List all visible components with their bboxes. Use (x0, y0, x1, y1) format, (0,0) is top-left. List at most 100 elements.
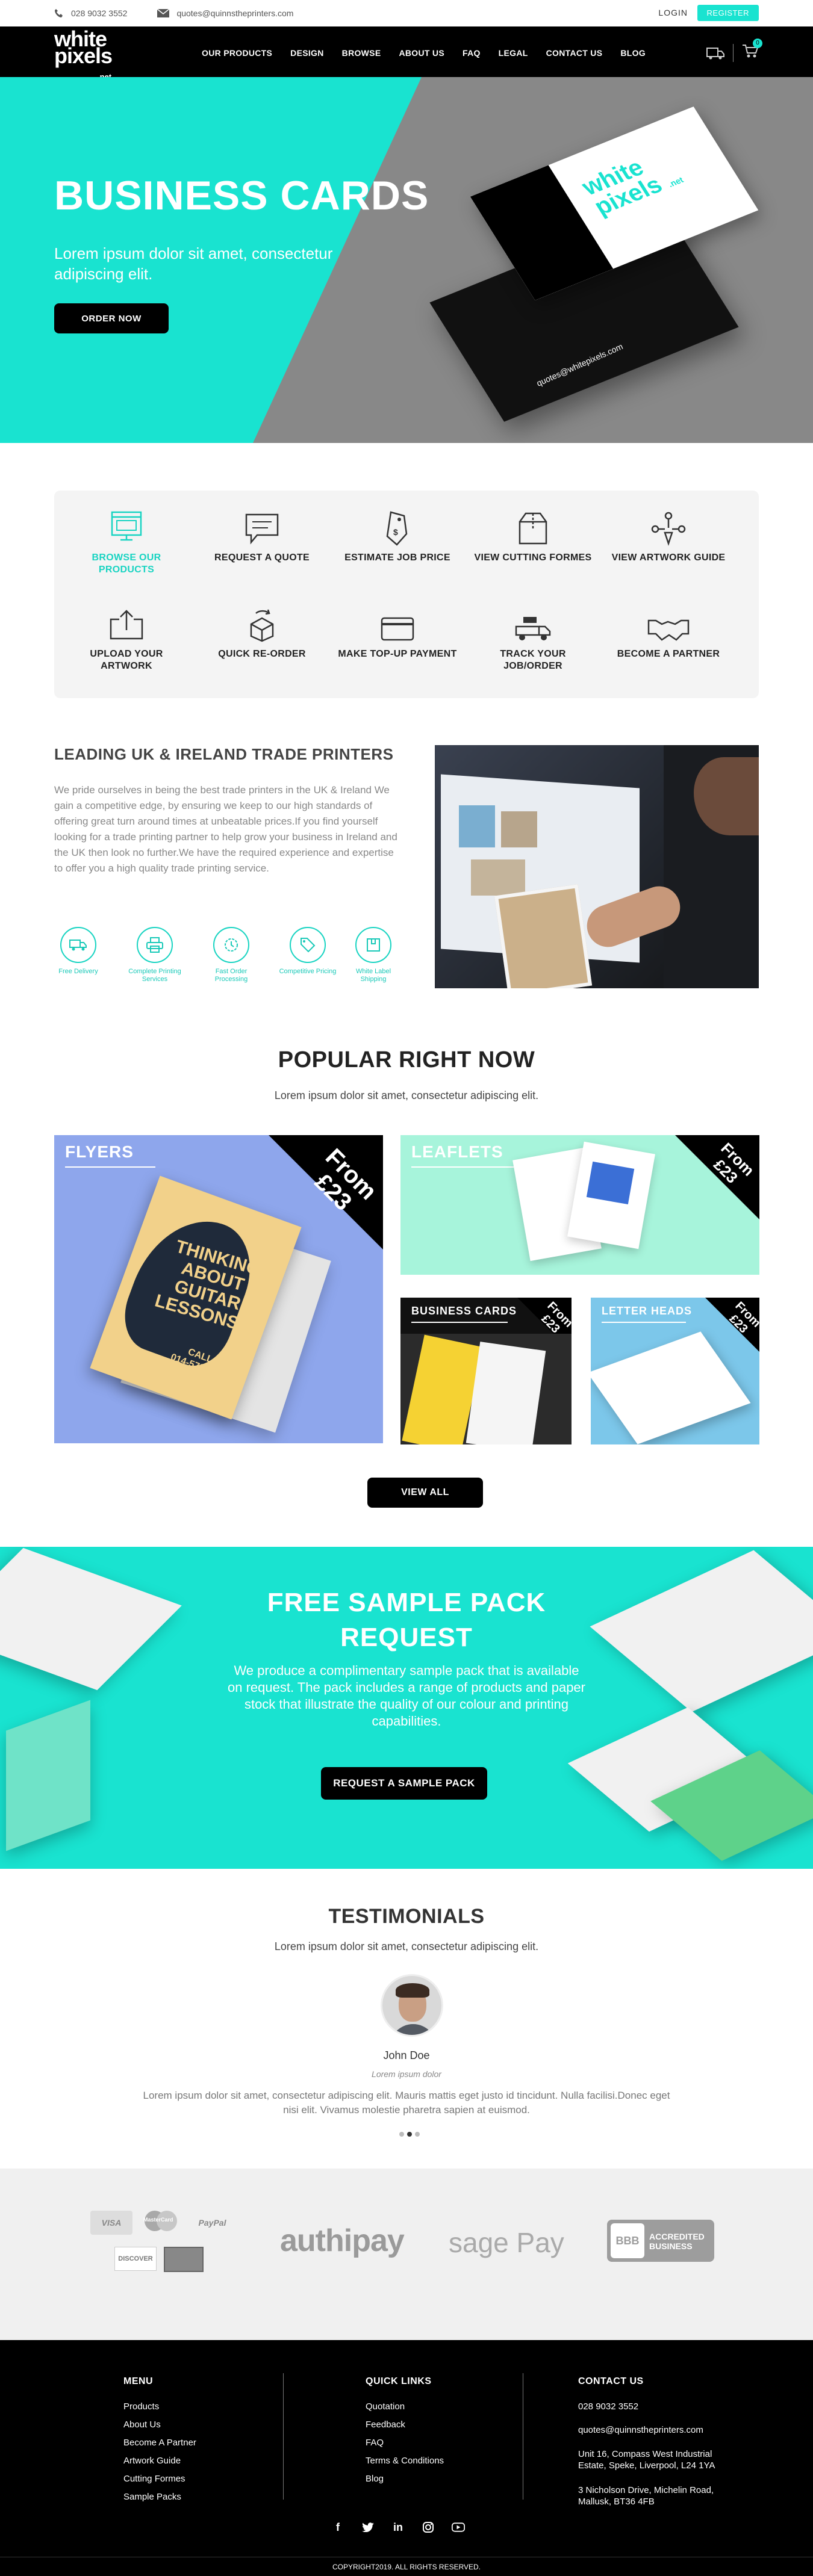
top-bar: 028 9032 3552 quotes@quinnstheprinters.c… (0, 0, 813, 26)
footer-address-2-line-1: 3 Nicholson Drive, Michelin Road, (578, 2485, 714, 2495)
feature-white-label-shipping: White Label Shipping (343, 927, 403, 983)
service-quick-reorder[interactable]: QUICK RE-ORDER (202, 605, 322, 660)
footer-phone[interactable]: 028 9032 3552 (578, 2401, 759, 2412)
feature-free-delivery: Free Delivery (48, 927, 108, 976)
footer-link-quotation[interactable]: Quotation (366, 2401, 444, 2412)
footer-contact-title: CONTACT US (578, 2376, 644, 2386)
sample-title: FREE SAMPLE PACK REQUEST (0, 1585, 813, 1655)
product-tile-flyers[interactable]: FLYERS From £23 THINKING ABOUT GUITAR LE… (54, 1135, 383, 1443)
service-cutting-formes[interactable]: VIEW CUTTING FORMES (473, 509, 593, 564)
service-track-order[interactable]: TRACK YOUR JOB/ORDER (473, 605, 593, 672)
mastercard-logo: MasterCard (140, 2208, 182, 2236)
footer-divider (283, 2373, 284, 2500)
tile-underline (411, 1322, 508, 1323)
feature-fast-processing: Fast Order Processing (201, 927, 261, 983)
testimonial-dot-3[interactable] (415, 2132, 420, 2137)
package-icon (367, 938, 380, 952)
email-contact[interactable]: quotes@quinnstheprinters.com (157, 8, 293, 18)
cart-count-badge: 0 (753, 39, 762, 48)
gear-clock-icon (225, 938, 238, 952)
service-label: VIEW CUTTING FORMES (474, 553, 592, 563)
site-logo[interactable]: white pixels .net (54, 28, 113, 81)
browser-icon (111, 511, 142, 541)
nav-item-design[interactable]: DESIGN (290, 48, 323, 58)
footer-link-products[interactable]: Products (123, 2401, 196, 2412)
nav-item-about-us[interactable]: ABOUT US (399, 48, 444, 58)
service-top-up-payment[interactable]: MAKE TOP-UP PAYMENT (337, 605, 458, 660)
delivery-icon[interactable] (706, 46, 724, 60)
hero-banner: BUSINESS CARDS Lorem ipsum dolor sit ame… (0, 77, 813, 443)
footer-link-cutting-formes[interactable]: Cutting Formes (123, 2474, 196, 2484)
footer-link-become-partner[interactable]: Become A Partner (123, 2438, 196, 2448)
testimonial-quote: Lorem ipsum dolor sit amet, consectetur … (143, 2090, 670, 2116)
youtube-icon[interactable] (452, 2521, 465, 2534)
footer-link-feedback[interactable]: Feedback (366, 2420, 444, 2430)
footer-link-artwork-guide[interactable]: Artwork Guide (123, 2456, 196, 2466)
service-estimate-price[interactable]: $ ESTIMATE JOB PRICE (337, 509, 458, 564)
view-all-button[interactable]: VIEW ALL (367, 1478, 483, 1508)
nav-item-blog[interactable]: BLOG (620, 48, 646, 58)
footer-address-liverpool: Unit 16, Compass West Industrial Estate,… (578, 2448, 759, 2471)
footer-email[interactable]: quotes@quinnstheprinters.com (578, 2425, 759, 2435)
testimonial-dot-2[interactable] (407, 2132, 412, 2137)
bbb-mark: BBB (611, 2223, 644, 2258)
testimonials-subtitle: Lorem ipsum dolor sit amet, consectetur … (274, 1940, 539, 1952)
authipay-logo: authipay (280, 2223, 405, 2258)
sample-text: We produce a complimentary sample pack t… (228, 1663, 585, 1729)
footer-link-blog[interactable]: Blog (366, 2474, 444, 2484)
product-tile-letter-heads[interactable]: LETTER HEADS From £23 (591, 1298, 759, 1444)
testimonial-name: John Doe (383, 2049, 430, 2061)
copyright-text: COPYRIGHT2019. ALL RIGHTS RESERVED. (0, 2557, 813, 2576)
nav-item-our-products[interactable]: OUR PRODUCTS (202, 48, 272, 58)
pen-tool-icon (651, 512, 686, 546)
facebook-icon[interactable]: f (331, 2521, 344, 2534)
logo-text-pixels: pixels (54, 43, 113, 68)
register-button[interactable]: REGISTER (697, 5, 759, 21)
feature-label: Fast Order Processing (214, 968, 248, 983)
about-photo (435, 745, 759, 988)
feature-printing-services: Complete Printing Services (125, 927, 185, 983)
product-tile-leaflets[interactable]: LEAFLETS From £23 (400, 1135, 759, 1275)
tile-title: LEAFLETS (411, 1142, 503, 1161)
nav-item-legal[interactable]: LEGAL (499, 48, 528, 58)
testimonial-dot-1[interactable] (399, 2132, 404, 2137)
nav-item-contact-us[interactable]: CONTACT US (546, 48, 603, 58)
footer-address-mallusk: 3 Nicholson Drive, Michelin Road, Mallus… (578, 2485, 759, 2507)
letterhead-image (591, 1331, 751, 1444)
footer-link-sample-packs[interactable]: Sample Packs (123, 2492, 196, 2502)
product-tile-business-cards[interactable]: BUSINESS CARDS From £23 (400, 1298, 572, 1444)
tile-underline (602, 1322, 686, 1323)
cart-button[interactable]: 0 (742, 39, 762, 62)
linkedin-icon[interactable]: in (391, 2521, 405, 2534)
testimonials-title: TESTIMONIALS (328, 1905, 485, 1928)
hero-title: BUSINESS CARDS (54, 173, 429, 218)
nav-item-browse[interactable]: BROWSE (342, 48, 381, 58)
service-artwork-guide[interactable]: VIEW ARTWORK GUIDE (608, 509, 729, 564)
feature-label: Competitive Pricing (279, 968, 337, 975)
feature-label: White Label Shipping (355, 968, 391, 983)
service-request-quote[interactable]: REQUEST A QUOTE (202, 509, 322, 564)
service-upload-artwork[interactable]: UPLOAD YOUR ARTWORK (66, 605, 187, 672)
nav-item-faq[interactable]: FAQ (463, 48, 481, 58)
sample-pack-section: FREE SAMPLE PACK REQUEST We produce a co… (0, 1547, 813, 1869)
footer-link-about-us[interactable]: About Us (123, 2420, 196, 2430)
phone-contact[interactable]: 028 9032 3552 (54, 8, 127, 18)
login-link[interactable]: LOGIN (658, 8, 688, 17)
footer-address-2-line-2: Mallusk, BT36 4FB (578, 2497, 655, 2507)
sample-folder-image (6, 1700, 90, 1851)
twitter-icon[interactable] (361, 2521, 375, 2534)
price-tag-icon: $ (386, 511, 408, 546)
footer-link-terms[interactable]: Terms & Conditions (366, 2456, 444, 2466)
footer-link-faq[interactable]: FAQ (366, 2438, 444, 2448)
footer-menu-column: MENU Products About Us Become A Partner … (123, 2376, 196, 2510)
popular-title: POPULAR RIGHT NOW (278, 1047, 535, 1073)
service-label: MAKE TOP-UP PAYMENT (338, 649, 457, 659)
order-now-button[interactable]: ORDER NOW (54, 303, 169, 333)
svg-text:$: $ (393, 527, 398, 537)
testimonial-dots (399, 2132, 423, 2137)
service-become-partner[interactable]: BECOME A PARTNER (608, 605, 729, 660)
footer-quick-title: QUICK LINKS (366, 2376, 432, 2386)
request-sample-button[interactable]: REQUEST A SAMPLE PACK (321, 1767, 487, 1800)
service-browse-products[interactable]: BROWSE OUR PRODUCTS (66, 509, 187, 576)
instagram-icon[interactable] (422, 2521, 435, 2534)
